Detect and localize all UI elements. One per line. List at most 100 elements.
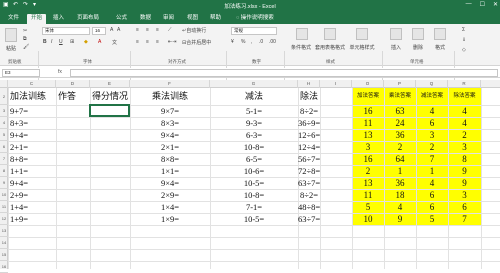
add-question-cell[interactable]: 8+3= xyxy=(10,117,28,129)
delete-cells-button[interactable]: 删除 xyxy=(410,44,426,51)
column-header[interactable]: H xyxy=(298,80,320,88)
add-question-cell[interactable]: 2+1= xyxy=(10,141,28,153)
div-question-cell[interactable]: 72÷8= xyxy=(298,165,320,177)
sub-answer-cell[interactable]: 6 xyxy=(416,117,448,129)
mul-answer-cell[interactable]: 64 xyxy=(384,153,416,165)
header-div-answer[interactable]: 除法答案 xyxy=(448,88,481,105)
mul-answer-cell[interactable]: 36 xyxy=(384,129,416,141)
add-answer-cell[interactable]: 11 xyxy=(352,189,384,201)
header-add-answer[interactable]: 加法答案 xyxy=(352,88,384,105)
add-question-cell[interactable]: 1+1= xyxy=(10,165,28,177)
add-answer-cell[interactable]: 13 xyxy=(352,177,384,189)
autosum-icon[interactable]: Σ xyxy=(462,27,465,33)
sub-answer-cell[interactable]: 2 xyxy=(416,141,448,153)
mul-question-cell[interactable]: 9×7= xyxy=(130,105,210,117)
table-format-button[interactable]: 套用表格格式 xyxy=(314,44,346,51)
header-mul-answer[interactable]: 乘法答案 xyxy=(384,88,416,105)
header-subtraction[interactable]: 减法 xyxy=(210,88,298,105)
delete-cells-icon[interactable] xyxy=(412,28,424,40)
column-header[interactable]: P xyxy=(384,80,416,88)
selected-cell[interactable] xyxy=(89,104,130,117)
div-question-cell[interactable]: 8÷2= xyxy=(298,189,318,201)
sub-answer-cell[interactable]: 7 xyxy=(416,153,448,165)
tell-me-search[interactable]: ◌ 操作说明搜索 xyxy=(232,14,278,24)
add-answer-cell[interactable]: 2 xyxy=(352,165,384,177)
row-header[interactable]: 8 xyxy=(0,165,8,177)
add-answer-cell[interactable]: 5 xyxy=(352,201,384,213)
paste-icon[interactable] xyxy=(5,28,17,42)
font-name-select[interactable]: 宋体 xyxy=(42,27,90,35)
mul-answer-cell[interactable]: 9 xyxy=(384,213,416,225)
cut-icon[interactable]: ✂ xyxy=(23,28,27,34)
row-header[interactable]: 4 xyxy=(0,117,8,129)
mul-question-cell[interactable]: 2×9= xyxy=(130,189,210,201)
align-bottom-icon[interactable]: ≡ xyxy=(156,27,159,33)
tab-review[interactable]: 审阅 xyxy=(159,14,178,24)
conditional-format-button[interactable]: 条件格式 xyxy=(288,44,314,51)
add-answer-cell[interactable]: 13 xyxy=(352,129,384,141)
div-answer-cell[interactable]: 8 xyxy=(448,153,481,165)
add-answer-cell[interactable]: 11 xyxy=(352,117,384,129)
add-question-cell[interactable]: 1+4= xyxy=(10,201,28,213)
mul-question-cell[interactable]: 8×8= xyxy=(130,153,210,165)
add-answer-cell[interactable]: 16 xyxy=(352,105,384,117)
row-header[interactable]: 7 xyxy=(0,153,8,165)
align-center-icon[interactable]: ≡ xyxy=(146,39,149,45)
align-top-icon[interactable]: ≡ xyxy=(136,27,139,33)
tab-formulas[interactable]: 公式 xyxy=(112,14,131,24)
sub-question-cell[interactable]: 7-1= xyxy=(210,201,298,213)
div-answer-cell[interactable]: 6 xyxy=(448,201,481,213)
formula-input[interactable] xyxy=(70,69,498,77)
comma-icon[interactable]: , xyxy=(251,39,252,45)
sub-answer-cell[interactable]: 6 xyxy=(416,189,448,201)
paste-button[interactable]: 粘贴 xyxy=(4,45,18,52)
sub-answer-cell[interactable]: 5 xyxy=(416,213,448,225)
row-header[interactable]: 9 xyxy=(0,177,8,189)
fill-icon[interactable]: ⇓ xyxy=(462,37,466,43)
column-header[interactable]: C xyxy=(8,80,56,88)
tab-file[interactable]: 文件 xyxy=(4,14,23,24)
font-size-select[interactable]: 16 xyxy=(92,27,106,35)
div-answer-cell[interactable]: 7 xyxy=(448,213,481,225)
increase-decimal-icon[interactable]: .0 xyxy=(259,39,263,45)
percent-icon[interactable]: % xyxy=(241,39,245,45)
sub-question-cell[interactable]: 10-5= xyxy=(210,213,298,225)
italic-button[interactable]: I xyxy=(51,39,52,45)
mul-answer-cell[interactable]: 36 xyxy=(384,177,416,189)
number-format-select[interactable]: 常规 xyxy=(231,27,277,35)
div-question-cell[interactable]: 12÷6= xyxy=(298,129,320,141)
tab-insert[interactable]: 插入 xyxy=(49,14,68,24)
minimize-button[interactable]: — xyxy=(466,1,472,8)
div-answer-cell[interactable]: 2 xyxy=(448,129,481,141)
column-header[interactable]: O xyxy=(352,80,384,88)
sub-question-cell[interactable]: 6-3= xyxy=(210,129,298,141)
insert-cells-icon[interactable] xyxy=(390,28,402,40)
underline-button[interactable]: U xyxy=(59,39,63,45)
format-cells-icon[interactable] xyxy=(434,28,446,40)
row-header[interactable]: 6 xyxy=(0,141,8,153)
column-header[interactable]: F xyxy=(130,80,210,88)
format-cells-button[interactable]: 格式 xyxy=(432,44,448,51)
tab-help[interactable]: 帮助 xyxy=(206,14,225,24)
bold-button[interactable]: B xyxy=(43,39,47,45)
align-middle-icon[interactable]: ≡ xyxy=(146,27,149,33)
select-all-corner[interactable] xyxy=(0,80,8,88)
row-header[interactable]: 12 xyxy=(0,213,8,225)
mul-answer-cell[interactable]: 63 xyxy=(384,105,416,117)
header-answer[interactable]: 作答 xyxy=(58,88,76,105)
mul-question-cell[interactable]: 9×4= xyxy=(130,177,210,189)
orientation-icon[interactable]: ⟋ xyxy=(168,27,172,33)
div-question-cell[interactable]: 36÷9= xyxy=(298,117,320,129)
insert-cells-button[interactable]: 插入 xyxy=(388,44,404,51)
cell-style-icon[interactable] xyxy=(356,28,368,40)
grow-font-icon[interactable]: A xyxy=(110,27,113,33)
add-answer-cell[interactable]: 10 xyxy=(352,213,384,225)
sub-question-cell[interactable]: 5-1= xyxy=(210,105,298,117)
header-mul-training[interactable]: 乘法训练 xyxy=(130,88,210,105)
add-question-cell[interactable]: 2+9= xyxy=(10,189,28,201)
sub-question-cell[interactable]: 10-5= xyxy=(210,177,298,189)
fill-color-icon[interactable]: ◆ xyxy=(84,39,88,45)
column-header[interactable]: Q xyxy=(416,80,448,88)
sub-answer-cell[interactable]: 6 xyxy=(416,201,448,213)
sub-question-cell[interactable]: 10-8= xyxy=(210,141,298,153)
